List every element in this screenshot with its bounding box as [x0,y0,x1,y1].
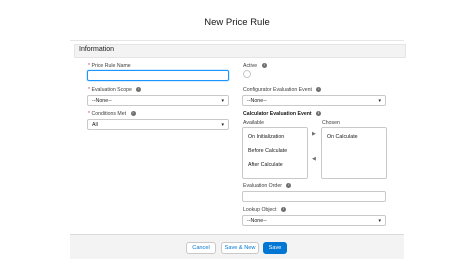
list-item[interactable]: Before Calculate [248,148,287,154]
available-label: Available [243,120,264,126]
available-listbox[interactable]: On Initialization Before Calculate After… [242,127,308,179]
active-checkbox[interactable] [243,70,251,78]
info-icon[interactable]: i [280,207,286,213]
list-item[interactable]: After Calculate [248,162,283,168]
required-marker: * [88,63,91,69]
evaluation-scope-select[interactable]: --None-- ▾ [87,95,229,106]
section-title: Information [79,46,115,53]
evaluation-order-label: Evaluation Order i [243,183,292,189]
arrow-right-icon[interactable]: ▶ [312,131,316,137]
new-price-rule-modal: New Price Rule Information * Price Rule … [70,8,406,259]
chevron-down-icon: ▾ [378,218,381,224]
evaluation-scope-label: * Evaluation Scope i [88,87,142,93]
lookup-object-select[interactable]: --None-- ▾ [242,215,386,226]
calculator-evaluation-event-label: Calculator Evaluation Event i [243,111,322,117]
required-marker: * [88,111,91,117]
active-label: Active i [243,63,267,69]
configurator-evaluation-event-label: Configurator Evaluation Event i [243,87,322,93]
conditions-met-label: * Conditions Met i [88,111,136,117]
conditions-met-select[interactable]: All ▾ [87,119,229,130]
required-marker: * [88,87,91,93]
modal-footer: Cancel Save & New Save [70,234,404,259]
info-icon[interactable]: i [316,111,322,117]
list-item[interactable]: On Calculate [327,134,358,140]
info-icon[interactable]: i [316,87,322,93]
info-icon[interactable]: i [261,63,267,69]
configurator-evaluation-event-select[interactable]: --None-- ▾ [242,95,386,106]
cancel-button[interactable]: Cancel [186,242,216,254]
section-header-information[interactable]: Information [74,44,406,58]
chevron-down-icon: ▾ [221,98,224,104]
chevron-down-icon: ▾ [378,98,381,104]
price-rule-name-label: * Price Rule Name [88,63,131,69]
list-item[interactable]: On Initialization [248,134,284,140]
info-icon[interactable]: i [136,87,142,93]
header-divider [70,40,404,41]
info-icon[interactable]: i [130,111,136,117]
info-icon[interactable]: i [286,183,292,189]
lookup-object-label: Lookup Object i [243,207,286,213]
chevron-down-icon: ▾ [221,122,224,128]
chosen-listbox[interactable]: On Calculate [321,127,387,179]
arrow-left-icon[interactable]: ◀ [312,156,316,162]
modal-title: New Price Rule [204,17,270,28]
chosen-label: Chosen [322,120,340,126]
evaluation-order-input[interactable] [242,191,386,202]
save-and-new-button[interactable]: Save & New [221,242,259,254]
price-rule-name-input[interactable] [87,70,229,81]
save-button[interactable]: Save [263,242,287,254]
